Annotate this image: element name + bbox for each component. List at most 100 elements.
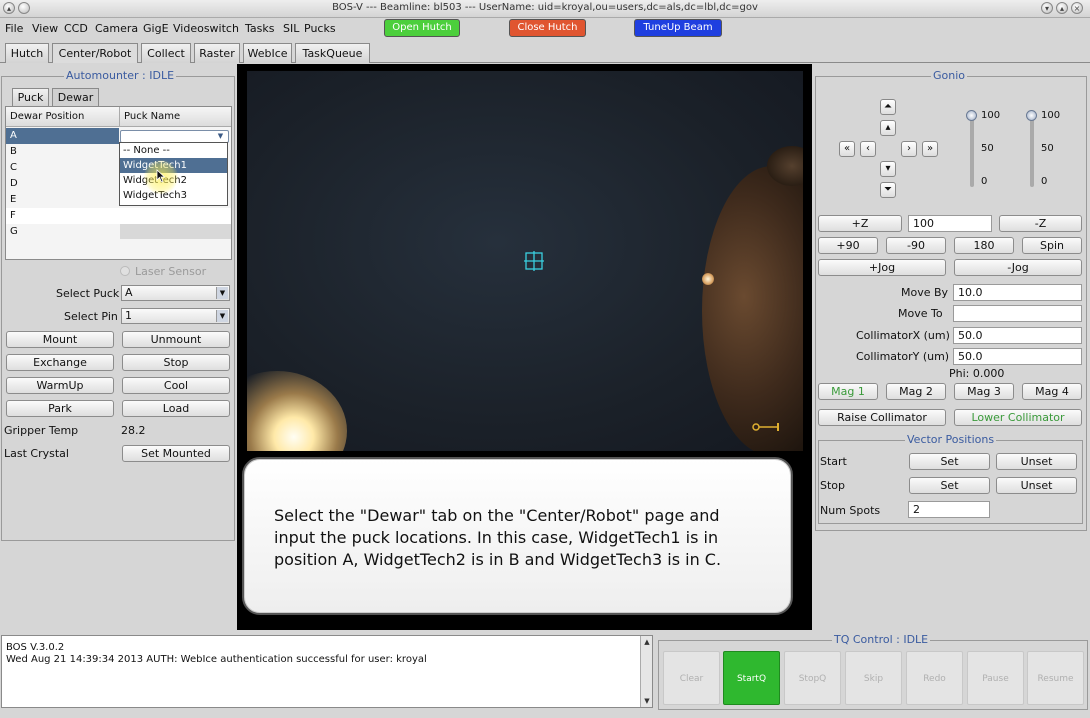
tq-resume-button[interactable]: Resume [1027, 651, 1084, 705]
spin-button[interactable]: Spin [1022, 237, 1082, 254]
laser-sensor-label: Laser Sensor [135, 265, 207, 278]
warmup-button[interactable]: WarmUp [6, 377, 114, 394]
maximize-icon[interactable]: ▴ [1056, 2, 1068, 14]
table-row-position[interactable]: D [6, 176, 119, 192]
window-titlebar: ▴ BOS-V --- Beamline: bl503 --- UserName… [0, 0, 1090, 18]
tq-startq-button[interactable]: StartQ [723, 651, 780, 705]
minus-jog-button[interactable]: -Jog [954, 259, 1082, 276]
slider-1-thumb[interactable] [966, 110, 977, 121]
lower-collimator-button[interactable]: Lower Collimator [954, 409, 1082, 426]
tuneup-beam-button[interactable]: TuneUp Beam [634, 19, 722, 37]
slider-2-thumb[interactable] [1026, 110, 1037, 121]
rotate-minus90-button[interactable]: -90 [886, 237, 946, 254]
sample-camera-view[interactable] [247, 71, 803, 451]
double-up-icon[interactable]: ⏶ [880, 99, 896, 115]
tq-stopq-button[interactable]: StopQ [784, 651, 841, 705]
vector-stop-set-button[interactable]: Set [909, 477, 990, 494]
slider-1-track[interactable] [970, 117, 974, 187]
menu-file[interactable]: File [5, 22, 23, 35]
raise-collimator-button[interactable]: Raise Collimator [818, 409, 946, 426]
plus-z-button[interactable]: +Z [818, 215, 902, 232]
cool-button[interactable]: Cool [122, 377, 230, 394]
down-arrow-icon[interactable]: ▾ [880, 161, 896, 177]
double-down-icon[interactable]: ⏷ [880, 182, 896, 198]
select-pin-combo[interactable]: 1 ▼ [121, 308, 230, 324]
column-header-dewar-position[interactable]: Dewar Position [6, 107, 120, 127]
stop-button[interactable]: Stop [122, 354, 230, 371]
right-arrow-icon[interactable]: › [901, 141, 917, 157]
table-row-position[interactable]: C [6, 160, 119, 176]
select-puck-combo[interactable]: A ▼ [121, 285, 230, 301]
tq-redo-button[interactable]: Redo [906, 651, 963, 705]
log-console[interactable]: BOS V.3.0.2 Wed Aug 21 14:39:34 2013 AUT… [1, 635, 653, 708]
table-row-position[interactable]: G [6, 224, 119, 240]
log-scrollbar[interactable]: ▲ ▼ [640, 636, 652, 707]
vector-start-set-button[interactable]: Set [909, 453, 990, 470]
rotate-plus90-button[interactable]: +90 [818, 237, 878, 254]
z-input[interactable]: 100 [908, 215, 992, 232]
park-button[interactable]: Park [6, 400, 114, 417]
column-header-puck-name[interactable]: Puck Name [120, 107, 231, 127]
collimator-x-label: CollimatorX (um) [856, 329, 950, 342]
table-row-position[interactable]: A [6, 128, 119, 144]
table-row-position[interactable]: E [6, 192, 119, 208]
slider-2-track[interactable] [1030, 117, 1034, 187]
subtab-dewar[interactable]: Dewar [52, 88, 99, 106]
mag-2-button[interactable]: Mag 2 [886, 383, 946, 400]
move-by-input[interactable]: 10.0 [953, 284, 1082, 301]
left-arrow-icon[interactable]: ‹ [860, 141, 876, 157]
close-hutch-button[interactable]: Close Hutch [509, 19, 586, 37]
unmount-button[interactable]: Unmount [122, 331, 230, 348]
mount-button[interactable]: Mount [6, 331, 114, 348]
collimator-x-input[interactable]: 50.0 [953, 327, 1082, 344]
tq-skip-button[interactable]: Skip [845, 651, 902, 705]
menu-camera[interactable]: Camera [95, 22, 138, 35]
menu-gige[interactable]: GigE [143, 22, 169, 35]
slider-2-tick: 0 [1041, 176, 1048, 187]
subtab-puck[interactable]: Puck [12, 88, 49, 106]
mag-4-button[interactable]: Mag 4 [1022, 383, 1082, 400]
scroll-down-icon[interactable]: ▼ [642, 696, 652, 706]
exchange-button[interactable]: Exchange [6, 354, 114, 371]
menu-tasks[interactable]: Tasks [245, 22, 274, 35]
double-right-icon[interactable]: » [922, 141, 938, 157]
minimize-icon[interactable]: ▾ [1041, 2, 1053, 14]
plus-jog-button[interactable]: +Jog [818, 259, 946, 276]
tq-clear-button[interactable]: Clear [663, 651, 720, 705]
dropdown-option[interactable]: WidgetTech3 [120, 188, 227, 203]
tab-webice[interactable]: WebIce [243, 43, 292, 63]
tab-raster[interactable]: Raster [194, 43, 240, 63]
close-window-icon[interactable]: × [1071, 2, 1083, 14]
set-mounted-button[interactable]: Set Mounted [122, 445, 230, 462]
num-spots-input[interactable]: 2 [908, 501, 990, 518]
double-left-icon[interactable]: « [839, 141, 855, 157]
mag-1-button[interactable]: Mag 1 [818, 383, 878, 400]
collimator-y-input[interactable]: 50.0 [953, 348, 1082, 365]
rotate-180-button[interactable]: 180 [954, 237, 1014, 254]
vector-stop-unset-button[interactable]: Unset [996, 477, 1077, 494]
vector-start-unset-button[interactable]: Unset [996, 453, 1077, 470]
tab-taskqueue[interactable]: TaskQueue [295, 43, 370, 63]
open-hutch-button[interactable]: Open Hutch [384, 19, 460, 37]
table-row-position[interactable]: B [6, 144, 119, 160]
menu-pucks[interactable]: Pucks [304, 22, 336, 35]
tq-pause-button[interactable]: Pause [967, 651, 1024, 705]
gonio-title: Gonio [931, 69, 968, 82]
load-button[interactable]: Load [122, 400, 230, 417]
table-row-position[interactable]: F [6, 208, 231, 224]
menu-view[interactable]: View [32, 22, 58, 35]
dropdown-option[interactable]: -- None -- [120, 143, 227, 158]
menu-videoswitch[interactable]: Videoswitch [173, 22, 239, 35]
move-to-input[interactable] [953, 305, 1082, 322]
tab-collect[interactable]: Collect [141, 43, 191, 63]
scroll-up-icon[interactable]: ▲ [642, 637, 652, 647]
tab-hutch[interactable]: Hutch [5, 43, 49, 63]
slider-1-tick: 0 [981, 176, 988, 187]
mag-3-button[interactable]: Mag 3 [954, 383, 1014, 400]
menu-ccd[interactable]: CCD [64, 22, 88, 35]
up-arrow-icon[interactable]: ▴ [880, 120, 896, 136]
select-puck-label: Select Puck [56, 287, 120, 300]
menu-sil[interactable]: SIL [283, 22, 299, 35]
minus-z-button[interactable]: -Z [999, 215, 1082, 232]
tab-center-robot[interactable]: Center/Robot [52, 43, 138, 63]
